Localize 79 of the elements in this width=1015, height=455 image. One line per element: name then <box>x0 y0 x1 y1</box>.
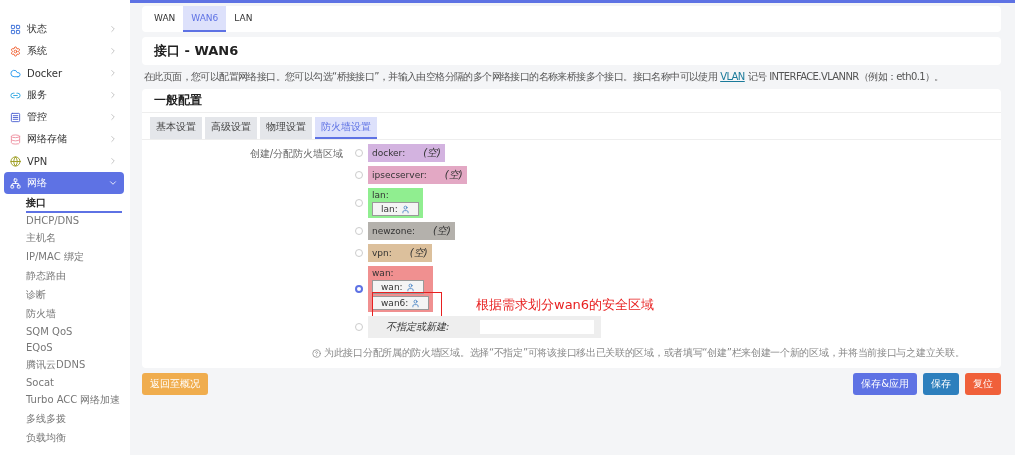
interface-tab[interactable]: LAN <box>226 6 261 32</box>
description: 在此页面，您可以配置网络接口。您可以勾选“桥接接口”，并输入由空格分隔的多个网络接口的名称来桥接多个接口。接口名称中可以使用 VLAN 记号 INTERFACE.VLANNR（例如：eth0.1）。 <box>143 70 945 84</box>
radio-button[interactable] <box>355 171 363 179</box>
sidebar-subitem[interactable]: Turbo ACC 网络加速 <box>26 391 122 410</box>
sidebar-subitem[interactable]: EQoS <box>26 340 122 356</box>
panel-icon <box>10 111 21 123</box>
sidebar-subitem[interactable]: 主机名 <box>26 229 122 248</box>
sidebar-item[interactable]: Docker <box>4 62 124 84</box>
chevron-icon <box>108 46 118 56</box>
gear-icon <box>10 45 21 57</box>
cloud-icon <box>10 67 21 79</box>
sidebar-subitem[interactable]: IP/MAC 绑定 <box>26 248 122 267</box>
zone-name: docker: <box>372 148 406 158</box>
page-title: 接口 - WAN6 <box>142 37 1001 65</box>
field-label: 创建/分配防火墙区域 <box>248 147 343 161</box>
radio-button[interactable] <box>355 149 363 157</box>
sidebar-subitem[interactable]: DHCP/DNS <box>26 213 122 229</box>
zone-name: lan: <box>372 190 389 200</box>
help-icon <box>312 348 321 358</box>
sidebar-subitem[interactable]: 多线多拨 <box>26 410 122 429</box>
radio-button[interactable] <box>355 323 363 331</box>
zone-empty: (空) <box>433 224 451 238</box>
interface-tab[interactable]: WAN <box>146 6 184 32</box>
member-label: wan: <box>381 282 403 292</box>
settings-tab[interactable]: 基本设置 <box>150 117 202 139</box>
sidebar-subitem[interactable]: 接口 <box>26 194 122 213</box>
member-label: lan: <box>381 204 398 214</box>
zone-name: vpn: <box>372 248 392 258</box>
chevron-icon <box>108 68 118 78</box>
zone-name: wan: <box>372 268 394 278</box>
zone-name: newzone: <box>372 226 416 236</box>
sidebar-subitem[interactable]: Socat <box>26 375 122 391</box>
apply-button[interactable]: 保存&应用 <box>853 373 917 395</box>
sidebar-item[interactable]: 网络存储 <box>4 128 124 150</box>
sidebar-subitem[interactable]: 静态路由 <box>26 267 122 286</box>
zone-empty: (空) <box>423 146 441 160</box>
sidebar-subitem[interactable]: 诊断 <box>26 286 122 305</box>
member-label: wan6: <box>381 298 409 308</box>
annotation: 根据需求划分wan6的安全区域 <box>476 296 655 314</box>
vlan-link[interactable]: VLAN <box>720 71 745 82</box>
radio-button[interactable] <box>355 199 363 207</box>
reset-button[interactable]: 复位 <box>965 373 1001 395</box>
settings-tab[interactable]: 高级设置 <box>205 117 257 139</box>
zone-name: ipsecserver: <box>372 170 427 180</box>
sidebar-item[interactable]: 系统 <box>4 40 124 62</box>
settings-tab[interactable]: 防火墙设置 <box>315 117 377 139</box>
user-icon <box>400 204 410 214</box>
sidebar-item[interactable]: 管控 <box>4 106 124 128</box>
network-icon <box>10 177 21 189</box>
sidebar-item[interactable]: VPN <box>4 150 124 172</box>
radio-button[interactable] <box>355 249 363 257</box>
chevron-icon <box>108 156 118 166</box>
chevron-icon <box>108 90 118 100</box>
chevron-icon <box>108 112 118 122</box>
interface-tab[interactable]: WAN6 <box>183 6 227 32</box>
new-zone-label: 不指定或新建: <box>386 320 450 334</box>
sidebar-subitem[interactable]: 防火墙 <box>26 305 122 324</box>
user-icon <box>405 282 415 292</box>
grid-icon <box>10 23 21 35</box>
globe-icon <box>10 155 21 167</box>
help-sentence: 为此接口分配所属的防火墙区域。选择“不指定”可将该接口移出已关联的区域，或者填写“创建”栏来创建一个新的区域，并将当前接口与之建立关联。 <box>324 346 965 360</box>
sidebar-item[interactable]: 服务 <box>4 84 124 106</box>
chevron-icon <box>108 178 118 188</box>
user-icon <box>411 298 421 308</box>
section-title: 一般配置 <box>142 89 1001 113</box>
sidebar-subitem[interactable]: SQM QoS <box>26 324 122 340</box>
sidebar-item[interactable]: 网络 <box>4 172 124 194</box>
radio-button[interactable] <box>355 285 363 293</box>
chevron-icon <box>108 24 118 34</box>
sidebar-subitem[interactable]: 腾讯云DDNS <box>26 356 122 375</box>
chevron-icon <box>108 134 118 144</box>
sidebar-item[interactable]: 状态 <box>4 18 124 40</box>
sidebar-subitem[interactable]: 负载均衡 <box>26 429 122 448</box>
database-icon <box>10 133 21 145</box>
settings-tab[interactable]: 物理设置 <box>260 117 312 139</box>
zone-empty: (空) <box>409 246 428 260</box>
zone-empty: (空) <box>444 168 463 182</box>
save-button[interactable]: 保存 <box>923 373 959 395</box>
radio-button[interactable] <box>355 227 363 235</box>
